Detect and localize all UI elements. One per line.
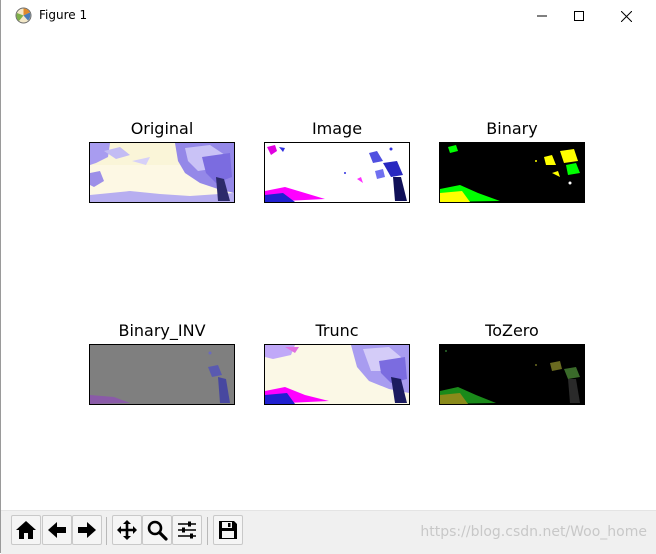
zoom-button[interactable] xyxy=(142,515,172,545)
window-title: Figure 1 xyxy=(39,8,88,22)
pan-button[interactable] xyxy=(112,515,142,545)
panel-title-binary: Binary xyxy=(486,119,538,138)
watermark-text: https://blog.csdn.net/Woo_home xyxy=(420,524,647,540)
minimize-icon xyxy=(537,15,547,17)
original-image xyxy=(90,143,234,202)
panel-title-trunc: Trunc xyxy=(315,321,359,340)
save-button[interactable] xyxy=(213,515,243,545)
panel-binary xyxy=(439,142,585,203)
maximize-button[interactable] xyxy=(556,0,602,32)
back-arrow-icon xyxy=(48,522,66,538)
title-bar[interactable]: Figure 1 xyxy=(1,0,656,32)
panel-title-image: Image xyxy=(311,119,363,138)
binary-image xyxy=(440,143,584,202)
panel-title-tozero: ToZero xyxy=(485,321,539,340)
image-panel-image xyxy=(265,143,409,202)
binary-inv-image xyxy=(90,345,234,404)
maximize-icon xyxy=(574,11,584,21)
configure-subplots-button[interactable] xyxy=(172,515,202,545)
panel-trunc xyxy=(264,344,410,405)
trunc-image xyxy=(265,345,409,404)
home-button[interactable] xyxy=(11,515,41,545)
close-button[interactable] xyxy=(603,0,649,32)
home-icon xyxy=(16,521,36,539)
panel-image xyxy=(264,142,410,203)
panel-original xyxy=(89,142,235,203)
matplotlib-logo-icon xyxy=(15,7,32,24)
tozero-image xyxy=(440,345,584,404)
toolbar-separator xyxy=(207,517,208,545)
close-icon xyxy=(620,10,632,22)
back-button[interactable] xyxy=(42,515,72,545)
figure-window: Figure 1 Original Image Binary Binary_IN… xyxy=(0,0,656,554)
save-icon xyxy=(219,521,237,539)
panel-title-binary-inv: Binary_INV xyxy=(118,321,206,340)
panel-title-original: Original xyxy=(130,119,194,138)
panel-tozero xyxy=(439,344,585,405)
configure-subplots-icon xyxy=(178,521,196,539)
figure-canvas[interactable]: Original Image Binary Binary_INV Trunc T… xyxy=(1,32,656,510)
navigation-toolbar: https://blog.csdn.net/Woo_home xyxy=(1,510,656,554)
forward-button[interactable] xyxy=(72,515,102,545)
panel-binary-inv xyxy=(89,344,235,405)
forward-arrow-icon xyxy=(78,522,96,538)
pan-icon xyxy=(117,520,137,540)
zoom-icon xyxy=(147,520,168,541)
toolbar-separator xyxy=(106,517,107,545)
